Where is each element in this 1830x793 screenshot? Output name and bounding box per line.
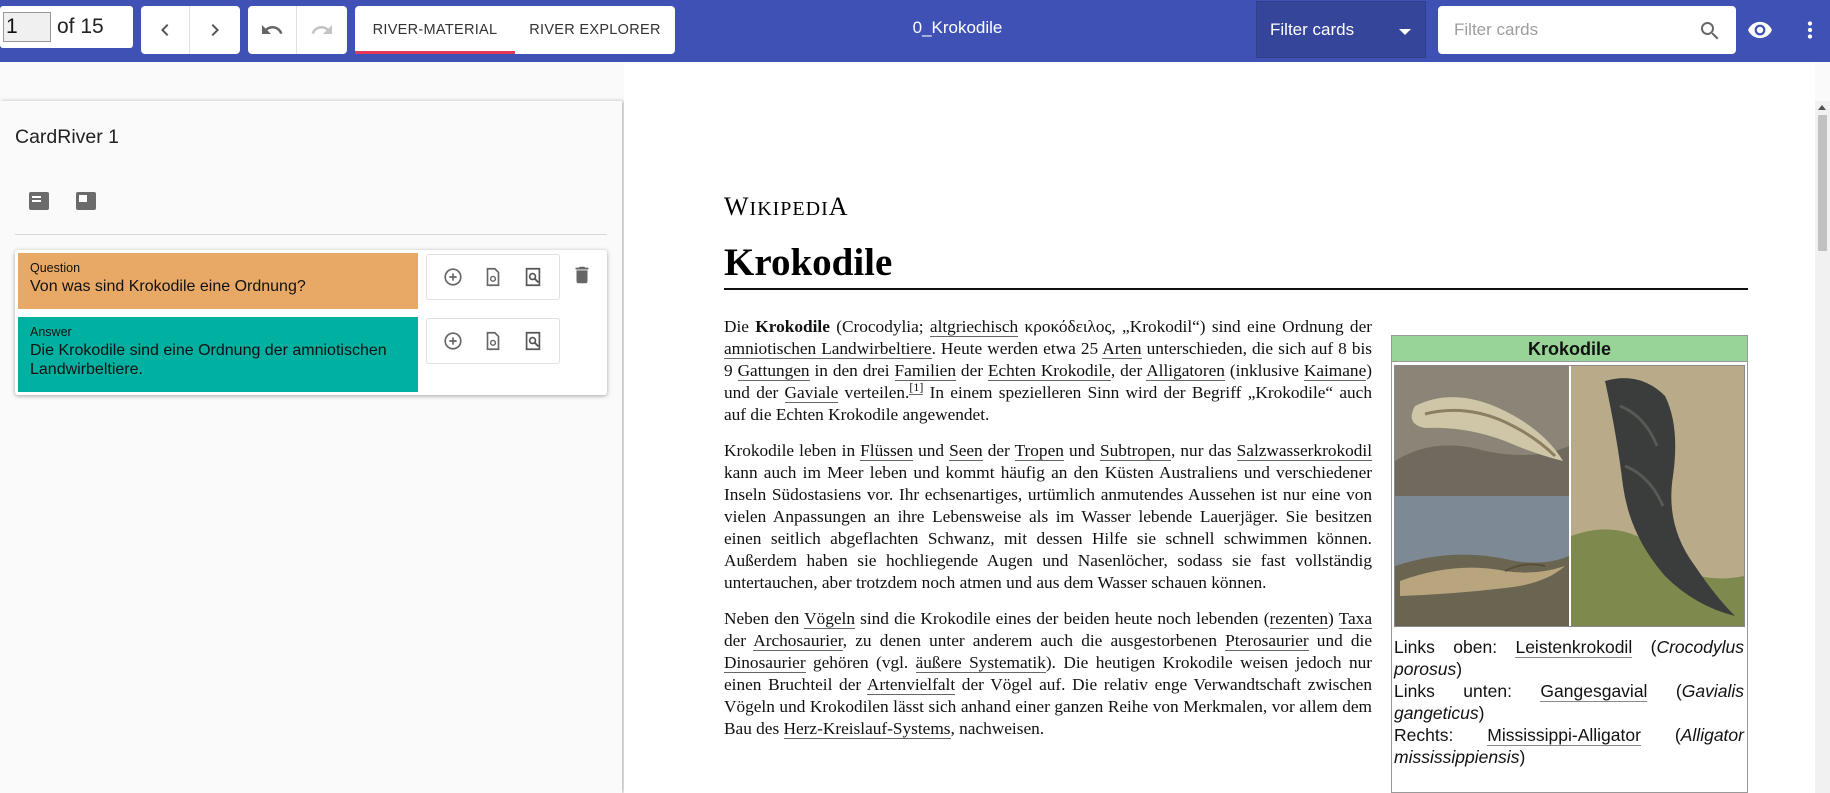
paragraph-2: Krokodile leben in Flüssen und Seen der … xyxy=(724,441,1372,592)
redo-icon xyxy=(311,25,332,34)
article-link[interactable]: Salzwasserkrokodil xyxy=(1236,441,1372,461)
add-button[interactable] xyxy=(439,327,467,355)
article-link[interactable]: Gaviale xyxy=(784,383,839,403)
question-actions xyxy=(426,254,560,300)
species-link[interactable]: Gangesgavial xyxy=(1540,681,1648,702)
article-link[interactable]: Vögeln xyxy=(804,609,855,629)
chevron-left-icon xyxy=(161,24,169,36)
view-source-button[interactable] xyxy=(479,263,507,291)
history-group xyxy=(248,6,347,54)
article-link[interactable]: rezenten xyxy=(1269,609,1329,629)
taxobox-title: Krokodile xyxy=(1392,336,1747,362)
add-button[interactable] xyxy=(439,263,467,291)
article-link[interactable]: Archosaurier xyxy=(753,631,843,651)
article-link[interactable]: Artenvielfalt xyxy=(866,675,956,695)
view-tabs: RIVER-MATERIAL RIVER EXPLORER xyxy=(355,6,675,54)
taxobox: Krokodile Links oben: Leistenkrokodil (C… xyxy=(1391,335,1748,793)
paragraph-1: Die Krokodile (Crocodylia; altgriechisch… xyxy=(724,317,1373,424)
card-view-button[interactable] xyxy=(70,185,102,217)
article-link[interactable]: Herz-Kreislauf-Systems xyxy=(783,719,951,739)
document-viewer: WIKIPEDIA Krokodile Die Krokodile (Croco… xyxy=(624,62,1815,793)
delete-card-icon[interactable] xyxy=(571,264,593,286)
page-nav-group xyxy=(141,6,240,54)
page-number-input[interactable] xyxy=(3,12,51,42)
find-in-document-button[interactable] xyxy=(519,263,547,291)
tab-river-material[interactable]: RIVER-MATERIAL xyxy=(355,6,515,54)
flashcard: Question Von was sind Krokodile eine Ord… xyxy=(15,250,607,395)
article-link[interactable]: Echten Krokodile xyxy=(987,361,1111,381)
article-link[interactable]: Pterosaurier xyxy=(1225,631,1309,651)
document-scrollbar[interactable] xyxy=(1815,101,1830,793)
species-link[interactable]: Leistenkrokodil xyxy=(1515,637,1633,658)
find-in-page-icon xyxy=(525,267,541,287)
undo-button[interactable] xyxy=(248,6,297,54)
article-link[interactable]: äußere Systematik xyxy=(915,653,1046,673)
page-navigator: of 15 xyxy=(0,6,133,48)
wikipedia-logo: WIKIPEDIA xyxy=(724,192,849,221)
previous-page-button[interactable] xyxy=(141,6,190,54)
list-view-icon xyxy=(29,192,49,210)
search-icon[interactable] xyxy=(1698,19,1722,43)
question-field[interactable]: Question Von was sind Krokodile eine Ord… xyxy=(18,253,418,309)
article-link[interactable]: altgriechisch xyxy=(929,317,1019,337)
article-link[interactable]: Alligatoren xyxy=(1146,361,1225,381)
filter-cards-select[interactable]: Filter cards xyxy=(1256,1,1426,58)
redo-button[interactable] xyxy=(297,6,346,54)
filter-select-value: Filter cards xyxy=(1270,19,1355,39)
file-search-icon xyxy=(486,331,500,351)
question-text: Von was sind Krokodile eine Ordnung? xyxy=(30,278,306,295)
scrollbar-thumb[interactable] xyxy=(1818,115,1827,251)
find-in-document-button[interactable] xyxy=(519,327,547,355)
article-link[interactable]: Tropen xyxy=(1014,441,1064,461)
answer-actions xyxy=(426,318,560,364)
card-view-icon xyxy=(76,192,96,210)
answer-label: Answer xyxy=(30,325,72,339)
crocodile-photos xyxy=(1395,366,1744,626)
next-page-button[interactable] xyxy=(190,6,239,54)
list-view-button[interactable] xyxy=(23,185,55,217)
article-link[interactable]: Subtropen xyxy=(1099,441,1172,461)
panel-divider xyxy=(15,234,607,235)
article-link[interactable]: Taxa xyxy=(1338,609,1372,629)
find-in-page-icon xyxy=(525,331,541,351)
article-link[interactable]: amniotischen Landwirbeltiere xyxy=(724,339,932,359)
top-toolbar: of 15 RIVER-MATERIAL RIVER EXPLORER 0_Kr… xyxy=(0,0,1830,62)
eye-icon[interactable] xyxy=(1747,17,1773,43)
article-heading: Krokodile xyxy=(724,240,1748,290)
chevron-right-icon xyxy=(211,24,219,36)
undo-icon xyxy=(262,25,283,34)
article-link[interactable]: Flüssen xyxy=(860,441,913,461)
term-bold: Krokodile xyxy=(755,317,830,336)
more-vert-icon[interactable] xyxy=(1797,17,1823,43)
article-link[interactable]: Kaimane xyxy=(1303,361,1367,381)
reference-link[interactable]: [1] xyxy=(909,380,924,396)
paragraph-3: Neben den Vögeln sind die Krokodile eine… xyxy=(724,609,1372,739)
page-total-label: of 15 xyxy=(57,15,104,38)
add-circle-icon xyxy=(444,332,462,350)
article-link[interactable]: Seen xyxy=(949,441,983,461)
article-link[interactable]: Arten xyxy=(1102,339,1142,359)
article-link[interactable]: Familien xyxy=(894,361,956,381)
tab-river-explorer[interactable]: RIVER EXPLORER xyxy=(515,6,675,54)
card-river-panel: CardRiver 1 Question Von was sind Krokod… xyxy=(0,101,622,793)
question-label: Question xyxy=(30,261,81,275)
crocodile-photo-collage[interactable] xyxy=(1394,365,1745,627)
filter-search-box xyxy=(1438,6,1736,54)
answer-text: Die Krokodile sind eine Ordnung der amni… xyxy=(30,342,387,378)
answer-field[interactable]: Answer Die Krokodile sind eine Ordnung d… xyxy=(18,317,418,392)
taxobox-caption: Links oben: Leistenkrokodil (Crocodylus … xyxy=(1394,637,1744,767)
view-source-button[interactable] xyxy=(479,327,507,355)
file-search-icon xyxy=(486,267,500,287)
dropdown-caret-icon xyxy=(1399,29,1411,35)
article-link[interactable]: Gattungen xyxy=(737,361,810,381)
card-river-title: CardRiver 1 xyxy=(15,126,120,148)
article-link[interactable]: Dinosaurier xyxy=(724,653,806,673)
filter-cards-input[interactable] xyxy=(1454,20,1694,40)
scroll-up-arrow-icon[interactable] xyxy=(1818,105,1826,110)
add-circle-icon xyxy=(444,268,462,286)
document-title: 0_Krokodile xyxy=(912,18,1003,37)
species-link[interactable]: Mississippi-Alligator xyxy=(1487,725,1641,746)
article-body: Die Krokodile (Crocodylia; altgriechisch… xyxy=(724,316,1372,754)
